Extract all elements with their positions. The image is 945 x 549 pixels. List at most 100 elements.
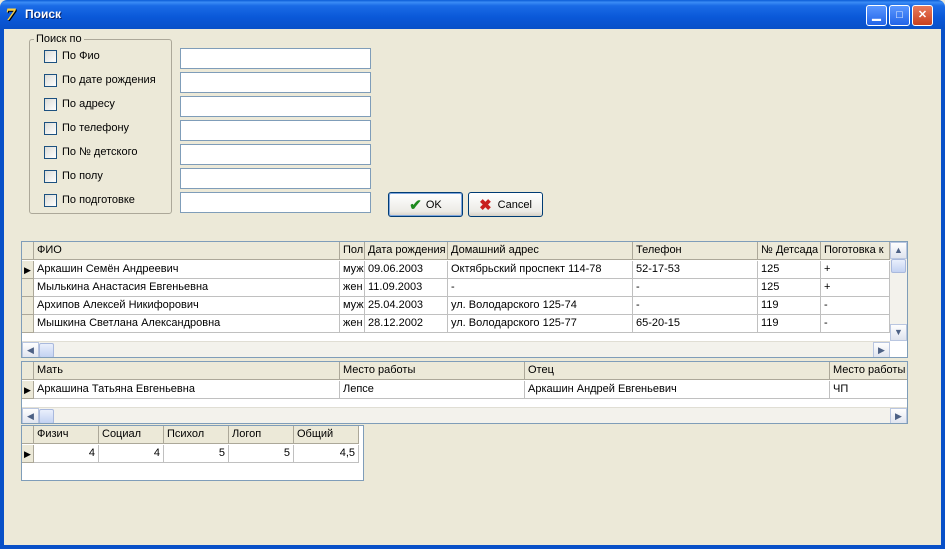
cancel-button[interactable]: ✖ Cancel [468,192,543,217]
kindergarten-input[interactable] [180,144,371,165]
scroll-down-arrow-icon[interactable]: ▼ [890,324,907,341]
search-by-phone-option[interactable]: По телефону [44,121,129,135]
phone-input[interactable] [180,120,371,141]
search-by-birthdate-option[interactable]: По дате рождения [44,73,156,87]
cell-preparation[interactable]: - [821,315,890,333]
search-by-fio-checkbox[interactable] [44,49,57,63]
column-header-gender[interactable]: Пол [340,242,365,260]
column-header-phone[interactable]: Телефон [633,242,758,260]
parents-grid[interactable]: Мать Место работы Отец Место работы ▶ Ар… [21,361,908,424]
cell-birthdate[interactable]: 09.06.2003 [365,261,448,279]
search-by-kindergarten-checkbox[interactable] [44,145,57,159]
column-header-address[interactable]: Домашний адрес [448,242,633,260]
column-header-kindergarten[interactable]: № Детсада [758,242,821,260]
cell-preparation[interactable]: - [821,297,890,315]
cell-kindergarten[interactable]: 125 [758,279,821,297]
column-header-speech[interactable]: Логоп [229,426,294,444]
cell-fio[interactable]: Мышкина Светлана Александровна [34,315,340,333]
search-by-kindergarten-option[interactable]: По № детского [44,145,137,159]
search-by-fio-option[interactable]: По Фио [44,49,100,63]
fio-input[interactable] [180,48,371,69]
table-row[interactable]: Мышкина Светлана Александровна жен 28.12… [22,315,890,333]
cell-mother-workplace[interactable]: Лепсе [340,381,525,399]
cell-address[interactable]: ул. Володарского 125-74 [448,297,633,315]
scroll-left-arrow-icon[interactable]: ◀ [22,408,39,423]
cell-address[interactable]: - [448,279,633,297]
children-grid-horizontal-scrollbar[interactable]: ◀ ▶ [22,341,890,357]
cell-phone[interactable]: - [633,279,758,297]
column-header-father-workplace[interactable]: Место работы [830,362,907,380]
birthdate-input[interactable] [180,72,371,93]
table-row[interactable]: ▶ Аркашин Семён Андреевич муж 09.06.2003… [22,261,890,279]
title-bar[interactable]: 7 Поиск ▁ □ ✕ [0,0,945,29]
cell-phone[interactable]: 52-17-53 [633,261,758,279]
column-header-physical[interactable]: Физич [34,426,99,444]
minimize-button[interactable]: ▁ [866,5,887,26]
cell-gender[interactable]: муж [340,297,365,315]
cell-birthdate[interactable]: 25.04.2003 [365,297,448,315]
cell-physical[interactable]: 4 [34,445,99,463]
cell-kindergarten[interactable]: 119 [758,297,821,315]
cell-fio[interactable]: Мылькина Анастасия Евгеньевна [34,279,340,297]
close-button[interactable]: ✕ [912,5,933,26]
horizontal-scroll-thumb[interactable] [39,409,54,423]
parents-grid-horizontal-scrollbar[interactable]: ◀ ▶ [22,407,907,423]
column-header-mother[interactable]: Мать [34,362,340,380]
table-row[interactable]: ▶ Аркашина Татьяна Евгеньевна Лепсе Арка… [22,381,907,399]
search-by-address-option[interactable]: По адресу [44,97,115,111]
preparation-input[interactable] [180,192,371,213]
cell-social[interactable]: 4 [99,445,164,463]
cell-mother[interactable]: Аркашина Татьяна Евгеньевна [34,381,340,399]
cell-speech[interactable]: 5 [229,445,294,463]
cell-gender[interactable]: муж [340,261,365,279]
gender-input[interactable] [180,168,371,189]
search-by-gender-option[interactable]: По полу [44,169,103,183]
column-header-birthdate[interactable]: Дата рождения [365,242,448,260]
scroll-right-arrow-icon[interactable]: ▶ [873,342,890,357]
cell-kindergarten[interactable]: 119 [758,315,821,333]
cell-kindergarten[interactable]: 125 [758,261,821,279]
search-by-phone-checkbox[interactable] [44,121,57,135]
cell-birthdate[interactable]: 28.12.2002 [365,315,448,333]
column-header-fio[interactable]: ФИО [34,242,340,260]
children-grid-vertical-scrollbar[interactable]: ▲ ▼ [890,242,907,341]
column-header-preparation[interactable]: Поготовка к [821,242,890,260]
scroll-left-arrow-icon[interactable]: ◀ [22,342,39,357]
table-row[interactable]: Мылькина Анастасия Евгеньевна жен 11.09.… [22,279,890,297]
column-header-overall[interactable]: Общий [294,426,359,444]
scroll-right-arrow-icon[interactable]: ▶ [890,408,907,423]
maximize-button[interactable]: □ [889,5,910,26]
cell-address[interactable]: ул. Володарского 125-77 [448,315,633,333]
cell-father-workplace[interactable]: ЧП [830,381,907,399]
vertical-scroll-thumb[interactable] [891,259,906,273]
address-input[interactable] [180,96,371,117]
cell-fio[interactable]: Аркашин Семён Андреевич [34,261,340,279]
cell-phone[interactable]: - [633,297,758,315]
table-row[interactable]: Архипов Алексей Никифорович муж 25.04.20… [22,297,890,315]
children-grid[interactable]: ФИО Пол Дата рождения Домашний адрес Тел… [21,241,908,358]
cell-address[interactable]: Октябрьский проспект 114-78 [448,261,633,279]
scores-grid[interactable]: Физич Социал Психол Логоп Общий ▶ 4 4 5 … [21,425,364,481]
search-by-preparation-option[interactable]: По подготовке [44,193,135,207]
column-header-father[interactable]: Отец [525,362,830,380]
cell-preparation[interactable]: + [821,261,890,279]
search-by-birthdate-checkbox[interactable] [44,73,57,87]
cell-gender[interactable]: жен [340,279,365,297]
cell-gender[interactable]: жен [340,315,365,333]
cell-psychological[interactable]: 5 [164,445,229,463]
column-header-social[interactable]: Социал [99,426,164,444]
cell-preparation[interactable]: + [821,279,890,297]
scroll-up-arrow-icon[interactable]: ▲ [890,242,907,259]
table-row[interactable]: ▶ 4 4 5 5 4,5 [22,445,359,463]
column-header-mother-workplace[interactable]: Место работы [340,362,525,380]
search-by-gender-checkbox[interactable] [44,169,57,183]
cell-father[interactable]: Аркашин Андрей Евгеньевич [525,381,830,399]
column-header-psychological[interactable]: Психол [164,426,229,444]
cell-fio[interactable]: Архипов Алексей Никифорович [34,297,340,315]
ok-button[interactable]: ✔ OK [388,192,463,217]
horizontal-scroll-thumb[interactable] [39,343,54,357]
cell-birthdate[interactable]: 11.09.2003 [365,279,448,297]
search-by-preparation-checkbox[interactable] [44,193,57,207]
cell-overall[interactable]: 4,5 [294,445,359,463]
cell-phone[interactable]: 65-20-15 [633,315,758,333]
